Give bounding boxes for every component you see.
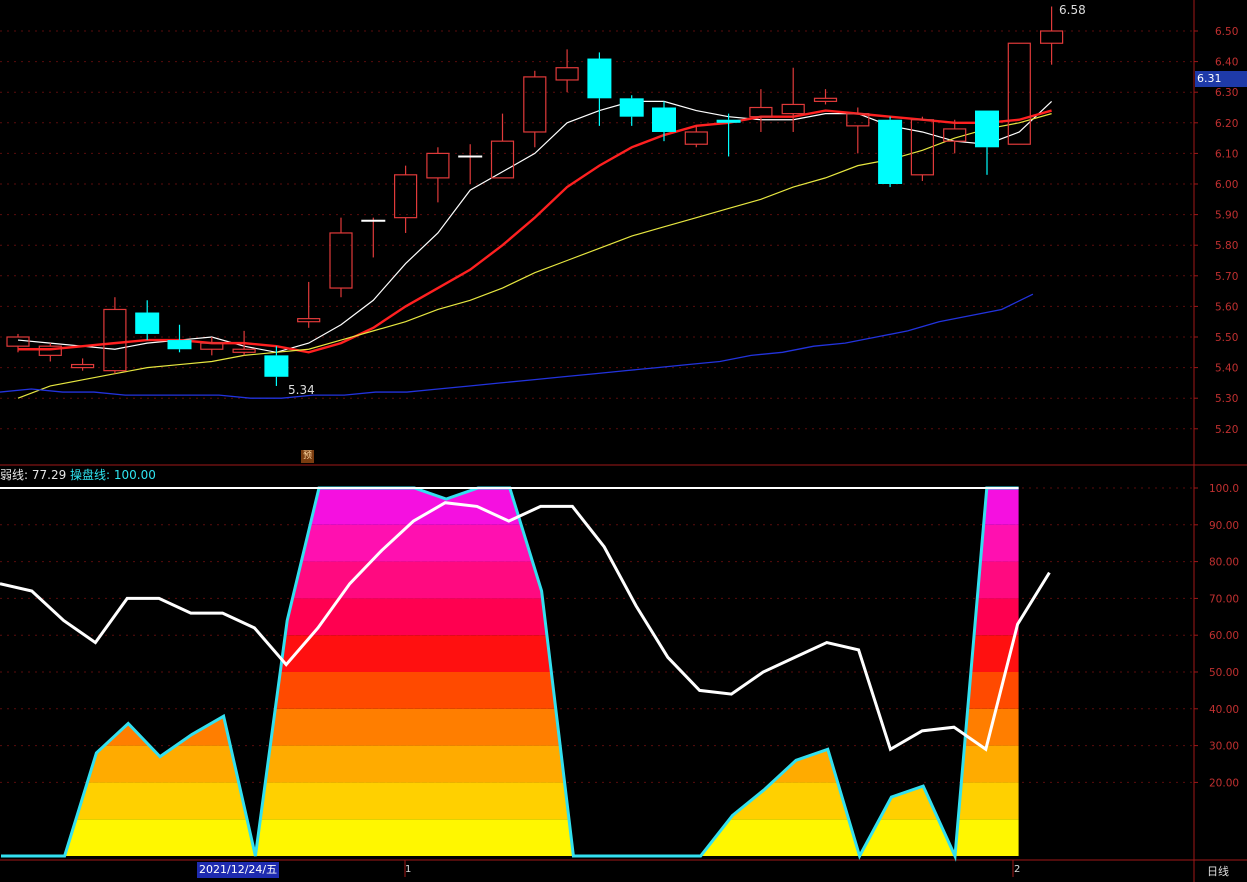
candle [587, 52, 612, 126]
date-cursor-label: 2021/12/24/五 [197, 862, 280, 878]
candle-body [329, 232, 353, 289]
candle [490, 113, 515, 179]
price-tick-label: 5.90 [1215, 210, 1238, 222]
candle-body [749, 106, 773, 118]
candle [749, 89, 773, 132]
indicator-band [1, 745, 1019, 783]
candle [297, 281, 321, 328]
period-marker-1: 1 [405, 864, 412, 875]
candle [878, 116, 903, 188]
indicator-tick-label: 90.00 [1209, 520, 1239, 532]
price-tick-label: 6.30 [1215, 87, 1238, 99]
candle [329, 217, 353, 298]
candle-body [103, 308, 127, 372]
price-tick-label: 6.10 [1215, 148, 1238, 160]
candle [426, 147, 450, 203]
cycle-label[interactable]: 日线 [1207, 863, 1229, 879]
candle-body [135, 312, 160, 334]
candle-body [975, 110, 999, 148]
indicator-band [1, 782, 1019, 820]
price-tick-label: 5.50 [1215, 332, 1238, 344]
indicator-band [1, 524, 1019, 562]
candle [70, 358, 95, 371]
candle-body [813, 97, 838, 102]
candle-body [878, 119, 903, 184]
candle [910, 116, 935, 181]
candle [1007, 42, 1031, 145]
indicator-tick-label: 80.00 [1209, 557, 1239, 569]
indicator-tick-label: 30.00 [1209, 741, 1239, 753]
indicator-tick-label: 20.00 [1209, 777, 1239, 789]
indicator-tick-label: 70.00 [1209, 593, 1239, 605]
candle [975, 110, 999, 175]
candle [523, 70, 547, 148]
candle-body [394, 174, 418, 219]
weak-line-label: 弱线: 77.29 [0, 468, 67, 482]
candle-body [6, 336, 30, 347]
price-tick-label: 5.20 [1215, 424, 1238, 436]
candle-body [652, 107, 676, 132]
candle-body [426, 152, 450, 179]
indicator-tick-label: 40.00 [1209, 704, 1239, 716]
price-tick-label: 6.40 [1215, 57, 1238, 69]
low-annotation: 5.34 [288, 383, 315, 397]
candle [167, 324, 192, 353]
candle [555, 49, 579, 93]
candlesticks [6, 6, 1064, 386]
axis-labels: 5.20 5.30 5.40 5.50 5.60 5.70 5.80 5.90 6.00 6.10… [1209, 26, 1239, 789]
indicator-band [1, 561, 1019, 599]
ma60-line [0, 293, 1034, 399]
candle-body [587, 58, 612, 99]
trade-line-label: 操盘线: 100.00 [70, 468, 156, 482]
indicator-band [1, 708, 1019, 746]
indicator-tick-label: 60.00 [1209, 630, 1239, 642]
candle [619, 95, 644, 126]
candle-body [555, 67, 579, 81]
price-tick-label: 5.30 [1215, 393, 1238, 405]
candle [103, 297, 127, 374]
price-tick-label: 5.40 [1215, 363, 1238, 375]
candle [716, 113, 741, 157]
indicator-band [1, 819, 1019, 856]
pre-badge: 预 [301, 450, 314, 463]
candle [813, 89, 838, 105]
current-price-tag: 6.31 [1195, 71, 1247, 87]
price-tick-label: 5.60 [1215, 301, 1238, 313]
price-tick-label: 6.50 [1215, 26, 1238, 38]
candle [394, 165, 418, 233]
candle-body [232, 348, 256, 353]
candle [652, 101, 676, 142]
candle-body [716, 119, 741, 123]
price-tick-label: 6.00 [1215, 179, 1238, 191]
indicator-tick-label: 50.00 [1209, 667, 1239, 679]
high-annotation: 6.58 [1059, 3, 1086, 17]
candle [943, 119, 967, 154]
period-marker-2: 2 [1014, 864, 1021, 875]
indicator-tick-label: 100.0 [1209, 483, 1239, 495]
candle-body [781, 103, 805, 115]
candle-body [1039, 30, 1064, 44]
indicator-band [1, 488, 1019, 525]
price-tick-label: 6.20 [1215, 118, 1238, 130]
candle [361, 217, 386, 258]
candle-body [167, 340, 192, 350]
chart-canvas: 5.20 5.30 5.40 5.50 5.60 5.70 5.80 5.90 6.00 6.10… [0, 0, 1247, 882]
candle [458, 144, 483, 184]
candle-body [523, 76, 547, 133]
candle [264, 346, 289, 386]
candle [38, 343, 62, 362]
indicator-band [1, 672, 1019, 709]
price-tick-label: 5.70 [1215, 271, 1238, 283]
candle-body [1007, 42, 1031, 145]
candle-body [264, 355, 289, 377]
candle-body [619, 98, 644, 117]
candle-body [70, 363, 95, 369]
indicator-header: 弱线: 77.29 操盘线: 100.00 [0, 466, 156, 483]
candle-body [297, 318, 321, 323]
price-tick-label: 5.80 [1215, 240, 1238, 252]
candle-body [684, 131, 708, 145]
